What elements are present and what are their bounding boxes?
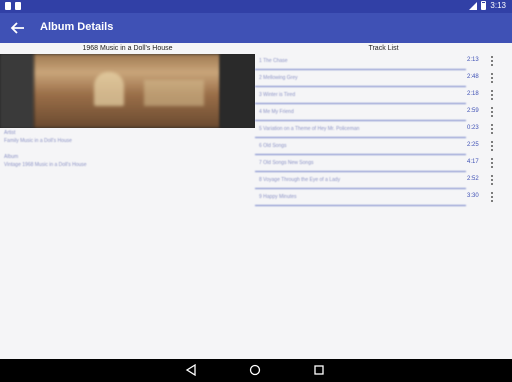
track-duration: 0:23: [467, 125, 479, 131]
track-list: Track List 1 The Chase 2:13 2 Mellowing …: [255, 43, 512, 359]
signal-icon: [469, 1, 478, 10]
recents-nav-icon[interactable]: [313, 364, 325, 376]
navigation-bar: [0, 359, 512, 382]
track-duration: 3:30: [467, 193, 479, 199]
album-value: Vintage 1968 Music in a Doll's House: [4, 162, 87, 168]
track-name: 3 Winter is Tired: [259, 92, 296, 98]
track-row[interactable]: 8 Voyage Through the Eye of a Lady 2:52: [255, 172, 512, 189]
track-duration: 2:18: [467, 91, 479, 97]
track-name: 4 Me My Friend: [259, 109, 294, 115]
more-options-icon[interactable]: [488, 72, 496, 85]
track-name: 5 Variation on a Theme of Hey Mr. Police…: [259, 126, 360, 132]
status-bar: 3:13: [0, 0, 512, 13]
track-duration: 2:13: [467, 57, 479, 63]
track-row[interactable]: 3 Winter is Tired 2:18: [255, 87, 512, 104]
more-options-icon[interactable]: [488, 123, 496, 136]
album-info-pane: 1968 Music in a Doll's House Artist Fami…: [0, 43, 255, 359]
track-row[interactable]: 1 The Chase 2:13: [255, 53, 512, 70]
page-title: Album Details: [40, 21, 114, 33]
more-options-icon[interactable]: [488, 89, 496, 102]
artist-label: Artist: [4, 130, 16, 136]
app-bar: Album Details: [0, 13, 512, 43]
track-name: 1 The Chase: [259, 58, 288, 64]
album-cover-image: [0, 54, 255, 128]
more-options-icon[interactable]: [488, 191, 496, 204]
track-name: 8 Voyage Through the Eye of a Lady: [259, 177, 341, 183]
track-duration: 2:48: [467, 74, 479, 80]
track-row[interactable]: 4 Me My Friend 2:59: [255, 104, 512, 121]
battery-icon: [481, 1, 487, 10]
track-duration: 2:59: [467, 108, 479, 114]
track-duration: 4:17: [467, 159, 479, 165]
track-name: 9 Happy Minutes: [259, 194, 297, 200]
track-name: 7 Old Songs New Songs: [259, 160, 314, 166]
arrow-back-icon[interactable]: [9, 19, 27, 37]
notification-icon: [15, 2, 21, 10]
track-row[interactable]: 6 Old Songs 2:25: [255, 138, 512, 155]
notification-icon: [5, 2, 11, 10]
album-label: Album: [4, 154, 19, 160]
more-options-icon[interactable]: [488, 157, 496, 170]
track-duration: 2:52: [467, 176, 479, 182]
track-name: 2 Mellowing Grey: [259, 75, 298, 81]
more-options-icon[interactable]: [488, 106, 496, 119]
track-row[interactable]: 9 Happy Minutes 3:30: [255, 189, 512, 206]
artist-value: Family Music in a Doll's House: [4, 138, 72, 144]
track-duration: 2:25: [467, 142, 479, 148]
home-nav-icon[interactable]: [249, 364, 261, 376]
more-options-icon[interactable]: [488, 55, 496, 68]
back-nav-icon[interactable]: [185, 364, 197, 376]
track-list-header: Track List: [368, 45, 399, 52]
more-options-icon[interactable]: [488, 174, 496, 187]
status-time: 3:13: [490, 1, 506, 10]
track-row[interactable]: 7 Old Songs New Songs 4:17: [255, 155, 512, 172]
track-row[interactable]: 5 Variation on a Theme of Hey Mr. Police…: [255, 121, 512, 138]
more-options-icon[interactable]: [488, 140, 496, 153]
track-row[interactable]: 2 Mellowing Grey 2:48: [255, 70, 512, 87]
album-name: 1968 Music in a Doll's House: [82, 45, 173, 52]
track-name: 6 Old Songs: [259, 143, 287, 149]
